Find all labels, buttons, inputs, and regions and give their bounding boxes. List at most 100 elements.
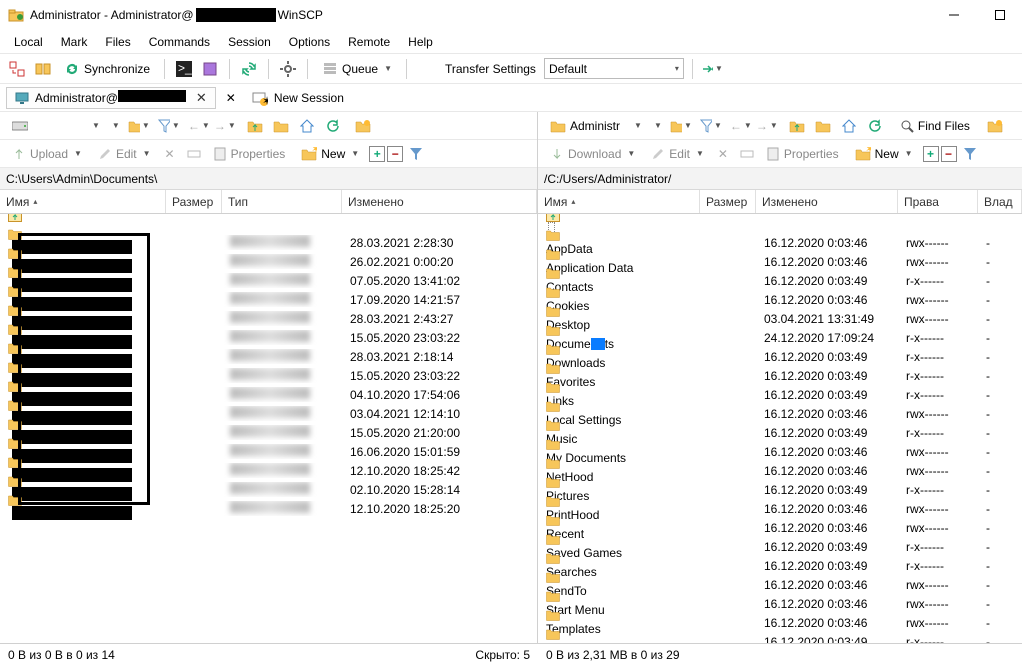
forward-icon[interactable]: →▼ xyxy=(214,115,236,137)
home-icon[interactable] xyxy=(838,115,860,137)
statusbar: 0 B из 0 B в 0 из 14 Скрыто: 5 0 B из 2,… xyxy=(0,643,1022,665)
window-title: Administrator - Administrator@ WinSCP xyxy=(30,8,940,22)
status-remote: 0 B из 2,31 MB в 0 из 29 xyxy=(538,648,1022,662)
local-path[interactable]: C:\Users\Admin\Documents\ xyxy=(0,168,537,190)
rename-icon[interactable] xyxy=(736,143,758,165)
rename-icon[interactable] xyxy=(183,143,205,165)
menubar: LocalMarkFilesCommandsSessionOptionsRemo… xyxy=(0,30,1022,54)
remote-file-list[interactable]: AppData16.12.2020 0:03:46rwx-------Appli… xyxy=(538,214,1022,643)
col-perm[interactable]: Права xyxy=(898,190,978,213)
forward-icon[interactable]: →▼ xyxy=(756,115,778,137)
svg-text:>_: >_ xyxy=(178,61,192,75)
root-folder-icon[interactable] xyxy=(270,115,292,137)
upload-button[interactable]: Upload▼ xyxy=(6,145,88,163)
col-owner[interactable]: Влад xyxy=(978,190,1022,213)
local-headers: Имя▴ Размер Тип Изменено xyxy=(0,190,537,214)
transfer-settings-select[interactable]: Default▾ xyxy=(544,58,684,79)
minimize-button[interactable] xyxy=(940,5,968,25)
menu-help[interactable]: Help xyxy=(400,33,441,51)
gear-icon[interactable] xyxy=(277,58,299,80)
delete-icon[interactable]: ✕ xyxy=(159,143,181,165)
monitor-icon xyxy=(15,91,29,105)
open-folder-icon[interactable]: ▼ xyxy=(670,115,692,137)
queue-button[interactable]: Queue▼ xyxy=(316,59,398,79)
home-icon[interactable] xyxy=(296,115,318,137)
edit-button[interactable]: Edit▼ xyxy=(645,145,710,163)
parent-folder-icon[interactable] xyxy=(786,115,808,137)
col-name[interactable]: Имя▴ xyxy=(0,190,166,213)
session-tabs: Administrator@ ✕ ✕ ✶ New Session xyxy=(0,84,1022,112)
col-name[interactable]: Имя▴ xyxy=(538,190,700,213)
back-icon[interactable]: ←▼ xyxy=(188,115,210,137)
svg-text:✶: ✶ xyxy=(865,147,871,156)
winscp-icon xyxy=(8,7,24,23)
synchronize-button[interactable]: Synchronize xyxy=(58,59,156,79)
transfer-options-icon[interactable]: ▼ xyxy=(701,58,723,80)
svg-text:✶: ✶ xyxy=(311,147,317,156)
properties-button[interactable]: Properties xyxy=(760,145,845,163)
close-all-icon[interactable]: ✕ xyxy=(226,91,236,105)
compare-icon[interactable] xyxy=(32,58,54,80)
download-button[interactable]: Download▼ xyxy=(544,145,641,163)
remote-actions: Download▼ Edit▼ ✕ Properties ✶New▼ + − xyxy=(538,140,1022,168)
menu-local[interactable]: Local xyxy=(6,33,51,51)
local-pane: ▼ ▼ ▼ ▼ ←▼ →▼ Upload▼ Edit▼ ✕ Properties xyxy=(0,112,538,643)
remote-path[interactable]: /C:/Users/Administrator/ xyxy=(538,168,1022,190)
table-row[interactable]: 12.10.2020 18:25:20 xyxy=(0,499,537,518)
root-folder-icon[interactable] xyxy=(812,115,834,137)
remote-nav: Administr▼ ▼ ▼ ▼ ←▼ →▼ Find Files xyxy=(538,112,1022,140)
local-drive-selector[interactable]: ▼ xyxy=(6,118,106,134)
filter-icon[interactable]: ▼ xyxy=(700,115,722,137)
col-type[interactable]: Тип xyxy=(222,190,342,213)
titlebar: Administrator - Administrator@ WinSCP xyxy=(0,0,1022,30)
local-actions: Upload▼ Edit▼ ✕ Properties ✶New▼ + − xyxy=(0,140,537,168)
back-icon[interactable]: ←▼ xyxy=(730,115,752,137)
refresh-icon[interactable] xyxy=(864,115,886,137)
console-icon[interactable]: >_ xyxy=(173,58,195,80)
col-size[interactable]: Размер xyxy=(700,190,756,213)
select-icon[interactable] xyxy=(959,143,981,165)
bookmark-icon[interactable] xyxy=(352,115,374,137)
minus-icon[interactable]: − xyxy=(941,146,957,162)
svg-text:✶: ✶ xyxy=(262,94,268,106)
sync-icon[interactable] xyxy=(238,58,260,80)
bookmark-icon[interactable] xyxy=(984,115,1006,137)
sync-browse-icon[interactable] xyxy=(6,58,28,80)
status-local: 0 B из 0 B в 0 из 14 xyxy=(0,648,420,662)
menu-files[interactable]: Files xyxy=(97,33,138,51)
new-session-button[interactable]: ✶ New Session xyxy=(242,88,354,108)
menu-mark[interactable]: Mark xyxy=(53,33,96,51)
menu-options[interactable]: Options xyxy=(281,33,338,51)
col-modified[interactable]: Изменено xyxy=(342,190,537,213)
properties-button[interactable]: Properties xyxy=(207,145,292,163)
col-modified[interactable]: Изменено xyxy=(756,190,898,213)
refresh-icon[interactable] xyxy=(322,115,344,137)
edit-button[interactable]: Edit▼ xyxy=(92,145,157,163)
filter-icon[interactable]: ▼ xyxy=(158,115,180,137)
menu-commands[interactable]: Commands xyxy=(141,33,218,51)
plus-icon[interactable]: + xyxy=(923,146,939,162)
close-tab-icon[interactable]: ✕ xyxy=(196,90,207,106)
remote-drive-selector[interactable]: Administr▼ xyxy=(544,117,648,135)
session-tab[interactable]: Administrator@ ✕ xyxy=(6,87,216,109)
maximize-button[interactable] xyxy=(986,5,1014,25)
session-label: Administrator@ xyxy=(35,90,186,105)
open-folder-icon[interactable]: ▼ xyxy=(128,115,150,137)
col-size[interactable]: Размер xyxy=(166,190,222,213)
new-button[interactable]: ✶New▼ xyxy=(849,145,919,163)
find-files-button[interactable]: Find Files xyxy=(894,117,976,135)
menu-remote[interactable]: Remote xyxy=(340,33,398,51)
status-hidden: Скрыто: 5 xyxy=(420,648,538,662)
terminal-icon[interactable] xyxy=(199,58,221,80)
local-file-list[interactable]: ..28.03.2021 2:28:3026.02.2021 0:00:2007… xyxy=(0,214,537,643)
minus-icon[interactable]: − xyxy=(387,146,403,162)
menu-session[interactable]: Session xyxy=(220,33,279,51)
new-button[interactable]: ✶New▼ xyxy=(295,145,365,163)
select-icon[interactable] xyxy=(405,143,427,165)
remote-headers: Имя▴ Размер Изменено Права Влад xyxy=(538,190,1022,214)
sort-asc-icon: ▴ xyxy=(571,197,575,206)
delete-icon[interactable]: ✕ xyxy=(712,143,734,165)
plus-icon[interactable]: + xyxy=(369,146,385,162)
parent-folder-icon[interactable] xyxy=(244,115,266,137)
table-row[interactable]: Videos16.12.2020 0:03:49r-x------- xyxy=(538,632,1022,643)
